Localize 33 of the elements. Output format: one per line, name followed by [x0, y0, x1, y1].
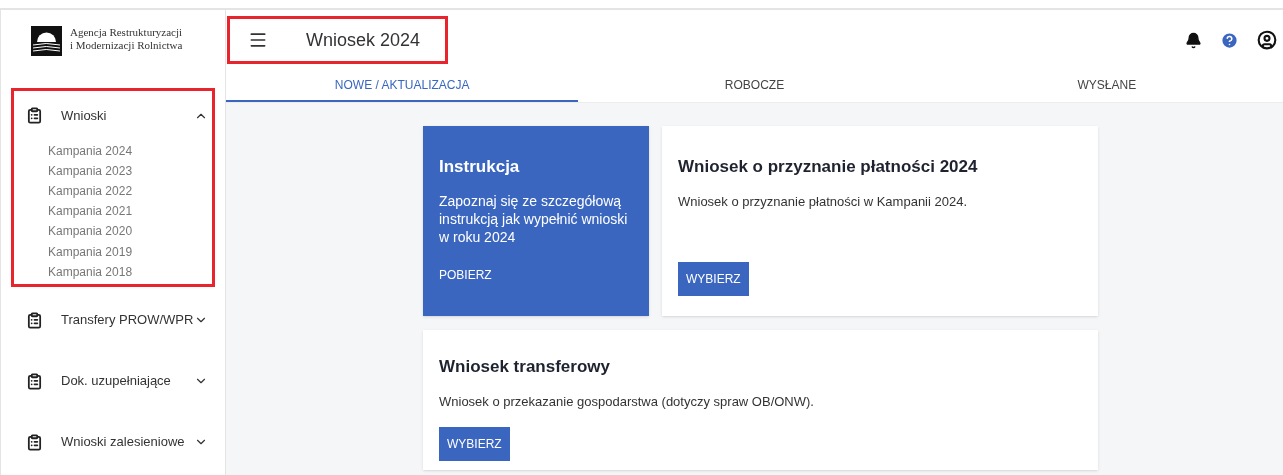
clipboard-icon — [26, 107, 43, 125]
campaign-link[interactable]: Kampania 2018 — [48, 261, 133, 282]
sidebar-group[interactable]: Transfery PROW/WPR — [14, 295, 212, 345]
select-button[interactable]: WYBIERZ — [439, 427, 510, 461]
campaign-link[interactable]: Kampania 2022 — [48, 181, 133, 202]
sidebar-group[interactable]: Wnioski — [14, 90, 212, 141]
notification-bell-icon[interactable] — [1185, 31, 1202, 49]
menu-button[interactable] — [248, 30, 268, 50]
campaign-link[interactable]: Kampania 2023 — [48, 160, 133, 181]
card-text: Wniosek o przyznanie płatności w Kampanii 2024. — [678, 192, 969, 211]
clipboard-icon — [26, 372, 43, 390]
card-title: Instrukcja — [439, 156, 521, 178]
card-text: Wniosek o przekazanie gospodarstwa (dotyczy spraw OB/ONW). — [439, 392, 815, 411]
campaign-link[interactable]: Kampania 2021 — [48, 201, 133, 222]
select-button[interactable]: WYBIERZ — [678, 262, 749, 296]
clipboard-icon — [26, 311, 43, 329]
card-title: Wniosek o przyznanie płatności 2024 — [678, 156, 979, 178]
sidebar-group[interactable]: Dok. uzupełniające — [14, 356, 212, 406]
agency-name: Agencja Restrukturyzacji i Modernizacji Rolnictwa — [70, 26, 183, 52]
user-account-icon[interactable] — [1257, 30, 1277, 50]
tab[interactable]: WYSŁANE — [930, 70, 1283, 102]
clipboard-icon — [26, 433, 43, 451]
tab[interactable]: ROBOCZE — [578, 70, 931, 102]
campaign-link[interactable]: Kampania 2024 — [48, 140, 133, 161]
download-button[interactable]: POBIERZ — [439, 266, 492, 284]
card-title: Wniosek transferowy — [439, 356, 611, 378]
card-text: Zapoznaj się ze szczegółową instrukcją jak wypełnić wnioski w roku 2024 — [439, 191, 629, 246]
logo-drawing — [31, 26, 62, 56]
campaign-link[interactable]: Kampania 2020 — [48, 221, 133, 242]
campaign-link[interactable]: Kampania 2019 — [48, 241, 133, 262]
sidebar-group[interactable]: Wnioski zalesieniowe — [14, 417, 212, 467]
page-title: Wniosek 2024 — [306, 28, 421, 52]
help-icon[interactable] — [1220, 30, 1239, 50]
